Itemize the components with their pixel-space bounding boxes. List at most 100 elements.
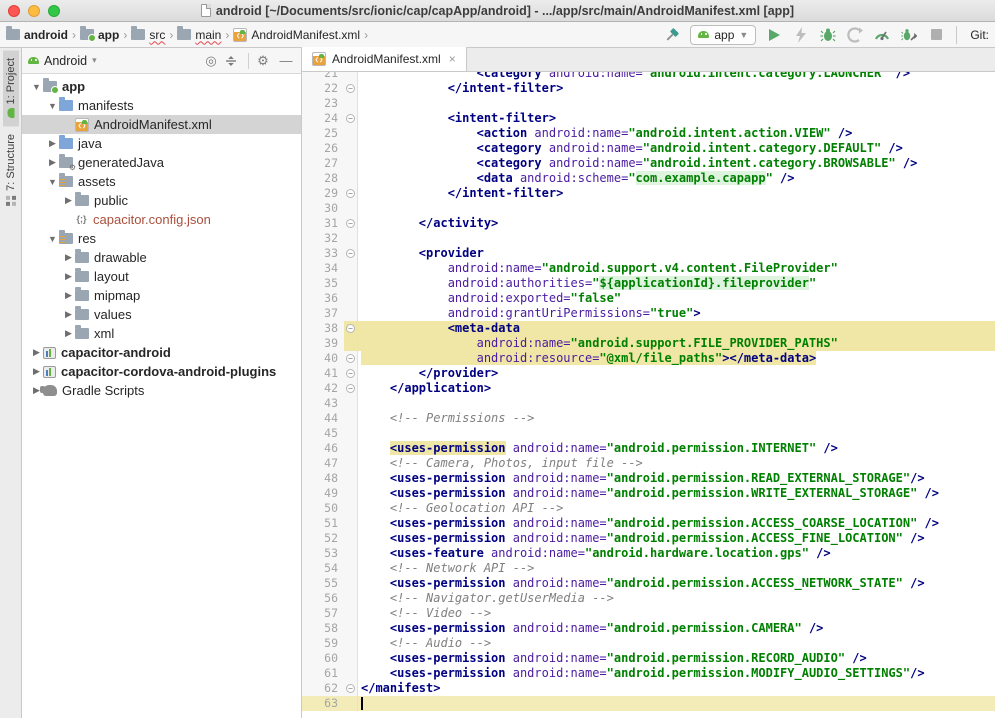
code-line-53[interactable]: 53 <uses-feature android:name="android.h… (302, 546, 995, 561)
close-window-button[interactable] (8, 5, 20, 17)
editor-tab-androidmanifest[interactable]: AndroidManifest.xml × (302, 47, 467, 71)
code-line-38[interactable]: 38− <meta-data (302, 321, 995, 336)
code-line-28[interactable]: 28 <data android:scheme="com.example.cap… (302, 171, 995, 186)
tree-expand-arrow-icon[interactable]: ▶ (62, 328, 75, 339)
tree-item-public[interactable]: ▶public (22, 191, 301, 210)
tree-item-assets[interactable]: ▼assets (22, 172, 301, 191)
code-line-29[interactable]: 29− </intent-filter> (302, 186, 995, 201)
fold-marker-icon[interactable]: − (346, 684, 355, 693)
code-line-37[interactable]: 37 android:grantUriPermissions="true"> (302, 306, 995, 321)
tree-item-app[interactable]: ▼app (22, 77, 301, 96)
tree-expand-arrow-icon[interactable]: ▶ (62, 271, 75, 282)
tree-expand-arrow-icon[interactable]: ▼ (46, 177, 59, 187)
code-line-50[interactable]: 50 <!-- Geolocation API --> (302, 501, 995, 516)
code-line-63[interactable]: 63 (302, 696, 995, 711)
tree-item-values[interactable]: ▶values (22, 305, 301, 324)
code-line-25[interactable]: 25 <action android:name="android.intent.… (302, 126, 995, 141)
code-line-40[interactable]: 40− android:resource="@xml/file_paths"><… (302, 351, 995, 366)
code-line-26[interactable]: 26 <category android:name="android.inten… (302, 141, 995, 156)
hide-panel-icon[interactable]: — (277, 53, 295, 68)
code-line-24[interactable]: 24− <intent-filter> (302, 111, 995, 126)
tree-expand-arrow-icon[interactable]: ▼ (46, 234, 59, 244)
breadcrumb-item-src[interactable]: src (131, 28, 165, 42)
tree-expand-arrow-icon[interactable]: ▶ (30, 347, 43, 358)
code-line-49[interactable]: 49 <uses-permission android:name="androi… (302, 486, 995, 501)
code-line-55[interactable]: 55 <uses-permission android:name="androi… (302, 576, 995, 591)
code-line-52[interactable]: 52 <uses-permission android:name="androi… (302, 531, 995, 546)
tree-item-AndroidManifest.xml[interactable]: AndroidManifest.xml (22, 115, 301, 134)
git-widget-label[interactable]: Git: (968, 28, 989, 42)
tool-window-tab-project[interactable]: 1: Project (3, 50, 19, 126)
fold-marker-icon[interactable]: − (346, 219, 355, 228)
tree-item-layout[interactable]: ▶layout (22, 267, 301, 286)
tree-item-capacitor.config.json[interactable]: {;}capacitor.config.json (22, 210, 301, 229)
code-line-36[interactable]: 36 android:exported="false" (302, 291, 995, 306)
debug-bug-icon[interactable] (819, 26, 837, 44)
breadcrumb-item-main[interactable]: main (177, 28, 221, 42)
stop-icon[interactable] (927, 26, 945, 44)
code-line-46[interactable]: 46 <uses-permission android:name="androi… (302, 441, 995, 456)
code-line-34[interactable]: 34 android:name="android.support.v4.cont… (302, 261, 995, 276)
build-hammer-icon[interactable] (663, 26, 681, 44)
tree-item-generatedJava[interactable]: ▶generatedJava (22, 153, 301, 172)
breadcrumb-item-AndroidManifest.xml[interactable]: AndroidManifest.xml (233, 28, 360, 42)
run-play-icon[interactable] (765, 26, 783, 44)
breadcrumb-item-app[interactable]: app (80, 28, 119, 42)
tree-item-xml[interactable]: ▶xml (22, 324, 301, 343)
apply-changes-lightning-icon[interactable] (792, 26, 810, 44)
tree-item-res[interactable]: ▼res (22, 229, 301, 248)
code-line-33[interactable]: 33− <provider (302, 246, 995, 261)
code-line-60[interactable]: 60 <uses-permission android:name="androi… (302, 651, 995, 666)
tree-item-manifests[interactable]: ▼manifests (22, 96, 301, 115)
tree-expand-arrow-icon[interactable]: ▶ (46, 157, 59, 168)
locate-target-icon[interactable]: ◎ (202, 53, 220, 69)
code-line-30[interactable]: 30 (302, 201, 995, 216)
tree-expand-arrow-icon[interactable]: ▼ (46, 101, 59, 111)
tree-expand-arrow-icon[interactable]: ▼ (30, 82, 43, 92)
apply-code-changes-icon[interactable] (846, 26, 864, 44)
fold-marker-icon[interactable]: − (346, 354, 355, 363)
code-line-43[interactable]: 43 (302, 396, 995, 411)
code-line-57[interactable]: 57 <!-- Video --> (302, 606, 995, 621)
zoom-window-button[interactable] (48, 5, 60, 17)
tree-expand-arrow-icon[interactable]: ▶ (62, 252, 75, 263)
fold-marker-icon[interactable]: − (346, 114, 355, 123)
tree-item-mipmap[interactable]: ▶mipmap (22, 286, 301, 305)
fold-marker-icon[interactable]: − (346, 324, 355, 333)
code-line-44[interactable]: 44 <!-- Permissions --> (302, 411, 995, 426)
code-line-62[interactable]: 62−</manifest> (302, 681, 995, 696)
profiler-gauge-icon[interactable] (873, 26, 891, 44)
fold-marker-icon[interactable]: − (346, 84, 355, 93)
view-selector-chevron-icon[interactable]: ▾ (92, 55, 97, 66)
fold-marker-icon[interactable]: − (346, 369, 355, 378)
tree-expand-arrow-icon[interactable]: ▶ (62, 309, 75, 320)
code-line-61[interactable]: 61 <uses-permission android:name="androi… (302, 666, 995, 681)
tree-item-drawable[interactable]: ▶drawable (22, 248, 301, 267)
code-line-47[interactable]: 47 <!-- Camera, Photos, input file --> (302, 456, 995, 471)
code-line-23[interactable]: 23 (302, 96, 995, 111)
project-view-selector[interactable]: Android (44, 54, 87, 68)
fold-marker-icon[interactable]: − (346, 249, 355, 258)
code-line-31[interactable]: 31− </activity> (302, 216, 995, 231)
code-line-21[interactable]: 21 <category android:name="android.inten… (302, 72, 995, 81)
minimize-window-button[interactable] (28, 5, 40, 17)
code-line-58[interactable]: 58 <uses-permission android:name="androi… (302, 621, 995, 636)
tree-item-java[interactable]: ▶java (22, 134, 301, 153)
tree-item-Gradle Scripts[interactable]: ▶Gradle Scripts (22, 381, 301, 400)
code-line-35[interactable]: 35 android:authorities="${applicationId}… (302, 276, 995, 291)
code-line-54[interactable]: 54 <!-- Network API --> (302, 561, 995, 576)
run-configuration-select[interactable]: app ▼ (690, 25, 756, 45)
code-line-41[interactable]: 41− </provider> (302, 366, 995, 381)
code-line-45[interactable]: 45 (302, 426, 995, 441)
tree-expand-arrow-icon[interactable]: ▶ (30, 366, 43, 377)
fold-marker-icon[interactable]: − (346, 189, 355, 198)
code-line-42[interactable]: 42− </application> (302, 381, 995, 396)
code-line-59[interactable]: 59 <!-- Audio --> (302, 636, 995, 651)
collapse-all-icon[interactable] (225, 55, 243, 67)
tree-expand-arrow-icon[interactable]: ▶ (62, 290, 75, 301)
tree-expand-arrow-icon[interactable]: ▶ (62, 195, 75, 206)
close-tab-icon[interactable]: × (449, 52, 456, 66)
code-line-32[interactable]: 32 (302, 231, 995, 246)
code-editor[interactable]: 21 <category android:name="android.inten… (302, 72, 995, 718)
code-line-51[interactable]: 51 <uses-permission android:name="androi… (302, 516, 995, 531)
